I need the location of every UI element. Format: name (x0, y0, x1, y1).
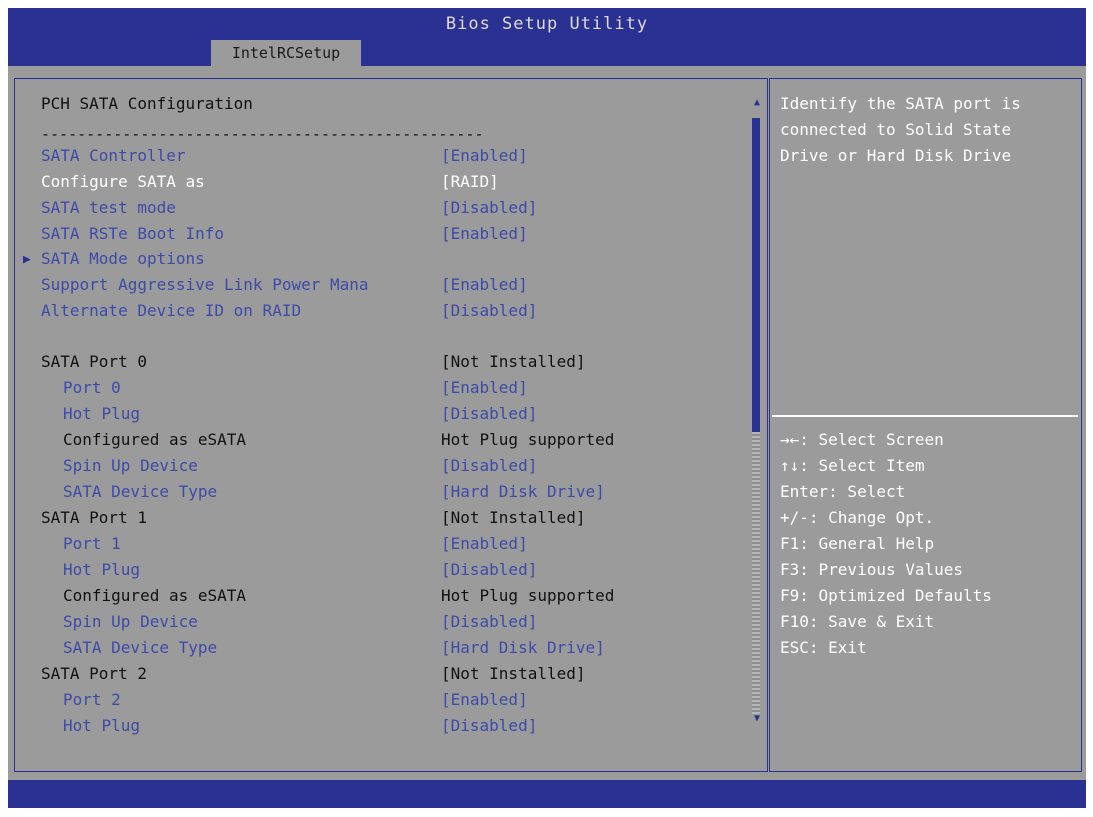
port-1-spin-up-value[interactable]: [Disabled] (441, 609, 537, 635)
port-2-hot-plug-label[interactable]: Hot Plug (63, 713, 140, 739)
port-2-enable-value[interactable]: [Enabled] (441, 687, 528, 713)
port-2-status: [Not Installed] (441, 664, 586, 683)
setting-aggressive-link-power-value[interactable]: [Enabled] (441, 272, 528, 298)
port-1-status: [Not Installed] (441, 508, 586, 527)
setting-aggressive-link-power-label[interactable]: Support Aggressive Link Power Mana (41, 272, 369, 298)
key-general-help: F1: General Help (780, 534, 935, 553)
setting-alternate-device-id-label[interactable]: Alternate Device ID on RAID (41, 298, 301, 324)
port-1-spin-up-label[interactable]: Spin Up Device (63, 609, 198, 635)
setting-sata-test-mode-label[interactable]: SATA test mode (41, 195, 176, 221)
port-0-device-type-value[interactable]: [Hard Disk Drive] (441, 479, 605, 505)
setting-rste-boot-info-label[interactable]: SATA RSTe Boot Info (41, 221, 224, 247)
port-0-esata-label: Configured as eSATA (63, 430, 247, 449)
port-2-enable-label[interactable]: Port 2 (63, 687, 121, 713)
help-line-1: Identify the SATA port is (780, 94, 1021, 113)
section-title: PCH SATA Configuration (41, 94, 253, 113)
window-title: Bios Setup Utility (445, 14, 649, 34)
submenu-sata-mode-options[interactable]: SATA Mode options (41, 246, 205, 272)
port-0-esata-value: Hot Plug supported (441, 430, 615, 449)
key-change-opt: +/-: Change Opt. (780, 508, 935, 527)
submenu-arrow-icon: ▶ (23, 252, 31, 267)
setting-sata-test-mode-value[interactable]: [Disabled] (441, 195, 537, 221)
port-0-hot-plug-value[interactable]: [Disabled] (441, 401, 537, 427)
port-1-hot-plug-label[interactable]: Hot Plug (63, 557, 140, 583)
key-enter-select: Enter: Select (780, 482, 906, 501)
port-1-enable-value[interactable]: [Enabled] (441, 531, 528, 557)
scroll-down-icon[interactable]: ▼ (752, 714, 762, 724)
key-previous-values: F3: Previous Values (780, 560, 964, 579)
port-1-hot-plug-value[interactable]: [Disabled] (441, 557, 537, 583)
port-1-device-type-value[interactable]: [Hard Disk Drive] (441, 635, 605, 661)
help-line-3: Drive or Hard Disk Drive (780, 146, 1012, 165)
port-0-spin-up-value[interactable]: [Disabled] (441, 453, 537, 479)
port-0-status: [Not Installed] (441, 352, 586, 371)
port-0-spin-up-label[interactable]: Spin Up Device (63, 453, 198, 479)
help-panel: Identify the SATA port is connected to S… (769, 78, 1082, 772)
key-select-item: ↑↓: Select Item (780, 456, 925, 475)
port-2-header: SATA Port 2 (41, 664, 147, 683)
setting-configure-sata-label[interactable]: Configure SATA as (41, 169, 205, 195)
header-bar: Bios Setup Utility IntelRCSetup (8, 8, 1086, 66)
help-line-2: connected to Solid State (780, 120, 1012, 139)
port-0-device-type-label[interactable]: SATA Device Type (63, 479, 217, 505)
setting-sata-controller-label[interactable]: SATA Controller (41, 143, 186, 169)
setting-alternate-device-id-value[interactable]: [Disabled] (441, 298, 537, 324)
key-optimized-defaults: F9: Optimized Defaults (780, 586, 992, 605)
footer-bar (8, 780, 1086, 808)
setting-configure-sata-value[interactable]: [RAID] (441, 169, 499, 195)
port-1-enable-label[interactable]: Port 1 (63, 531, 121, 557)
port-1-header: SATA Port 1 (41, 508, 147, 527)
key-esc-exit: ESC: Exit (780, 638, 867, 657)
help-divider (772, 415, 1078, 417)
settings-panel: PCH SATA Configuration -----------------… (14, 78, 768, 772)
key-select-screen: →←: Select Screen (780, 430, 944, 449)
bios-screen: Bios Setup Utility IntelRCSetup PCH SATA… (8, 8, 1086, 808)
port-1-esata-value: Hot Plug supported (441, 586, 615, 605)
port-1-esata-label: Configured as eSATA (63, 586, 247, 605)
scroll-up-icon[interactable]: ▲ (752, 98, 762, 108)
port-1-device-type-label[interactable]: SATA Device Type (63, 635, 217, 661)
port-0-enable-label[interactable]: Port 0 (63, 375, 121, 401)
setting-rste-boot-info-value[interactable]: [Enabled] (441, 221, 528, 247)
tab-intelrcsetup[interactable]: IntelRCSetup (211, 40, 361, 66)
key-save-exit: F10: Save & Exit (780, 612, 935, 631)
port-0-header: SATA Port 0 (41, 352, 147, 371)
port-2-hot-plug-value[interactable]: [Disabled] (441, 713, 537, 739)
port-0-hot-plug-label[interactable]: Hot Plug (63, 401, 140, 427)
setting-sata-controller-value[interactable]: [Enabled] (441, 143, 528, 169)
port-0-enable-value[interactable]: [Enabled] (441, 375, 528, 401)
scrollbar-thumb[interactable] (752, 118, 760, 432)
